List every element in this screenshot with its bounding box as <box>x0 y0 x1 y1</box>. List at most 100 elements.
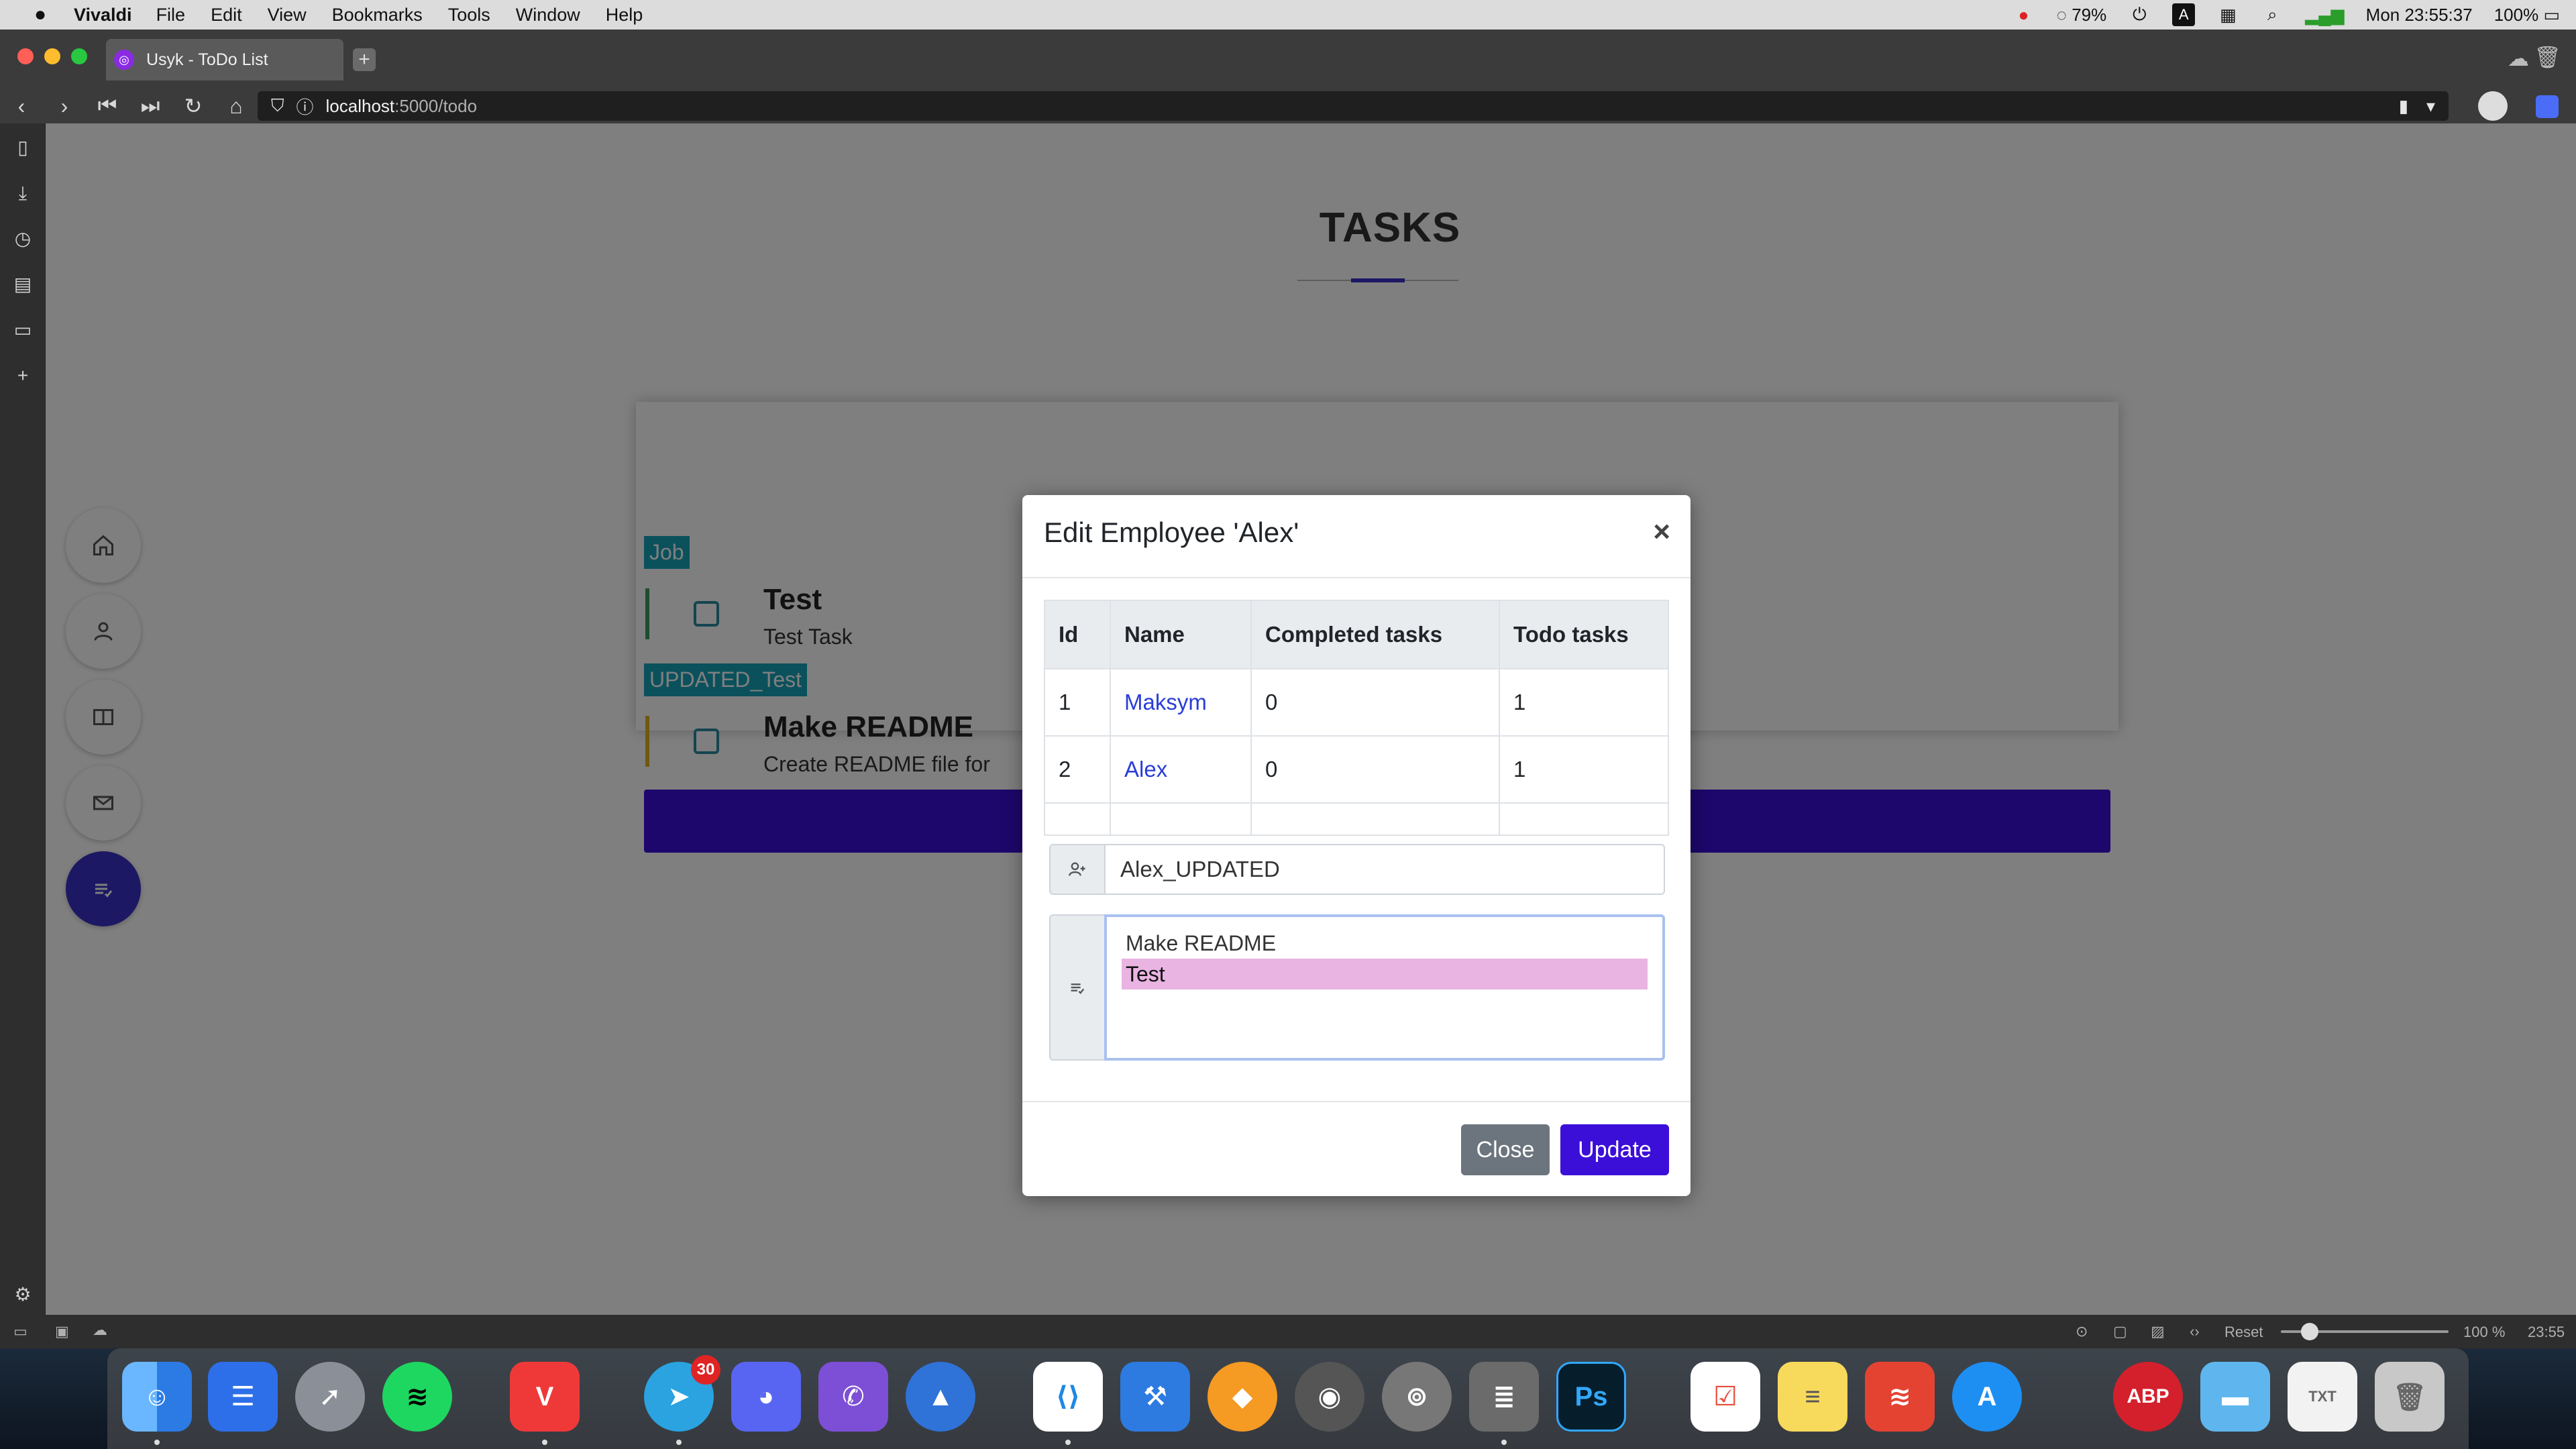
modal-header-divider <box>1022 577 1690 578</box>
menu-edit[interactable]: Edit <box>211 5 242 25</box>
sync-cloud-icon[interactable]: ☁ <box>93 1322 107 1339</box>
task-option-selected[interactable]: Test <box>1122 959 1648 989</box>
cpu-status[interactable]: ◌ 79% <box>2057 5 2107 25</box>
address-bar[interactable]: ⛉ ⓘ localhost:5000/todo ▮ ▾ <box>258 91 2449 121</box>
home-icon[interactable]: ⌂ <box>215 94 258 119</box>
todoist-icon[interactable]: ≋ <box>1865 1362 1935 1432</box>
downloads-panel-icon[interactable]: ⤓ <box>12 182 34 204</box>
text-file-icon[interactable]: TXT <box>2288 1362 2357 1432</box>
vivaldi-icon[interactable]: V <box>510 1362 580 1432</box>
bookmark-icon[interactable]: ▮ <box>2399 96 2408 117</box>
back-icon[interactable]: ‹ <box>0 94 43 119</box>
zoom-slider-thumb[interactable] <box>2301 1323 2318 1340</box>
battery-status[interactable]: 100% ▭ <box>2494 5 2560 25</box>
profile-avatar-icon[interactable] <box>2478 91 2508 121</box>
tiling-icon[interactable]: ▣ <box>55 1323 69 1340</box>
translate-icon[interactable] <box>2536 95 2559 118</box>
cell-completed: 0 <box>1250 735 1500 804</box>
history-panel-icon[interactable]: ◷ <box>12 228 34 250</box>
update-button[interactable]: Update <box>1560 1124 1669 1175</box>
settings-gear-icon[interactable]: ⚙ <box>12 1284 34 1305</box>
calendar-panel-icon[interactable]: ▭ <box>12 319 34 341</box>
new-tab-icon[interactable]: + <box>353 48 376 71</box>
table-row: 1 Maksym 0 1 <box>1044 668 1669 737</box>
folder-icon[interactable]: ▬ <box>2200 1362 2270 1432</box>
cloud-sync-icon[interactable]: ☁ <box>2508 46 2529 71</box>
tile-view-icon[interactable]: ▢ <box>2113 1323 2127 1340</box>
menu-help[interactable]: Help <box>606 5 643 25</box>
apple-menu-icon[interactable]: ● <box>25 3 55 26</box>
task-option[interactable]: Make README <box>1122 928 1648 959</box>
cell-empty <box>1499 802 1669 836</box>
menu-window[interactable]: Window <box>516 5 580 25</box>
finder-icon[interactable]: ☺ <box>122 1362 192 1432</box>
photoshop-icon[interactable]: Ps <box>1556 1362 1626 1432</box>
rocket-launcher-icon[interactable]: ➚ <box>295 1362 365 1432</box>
notification-icon[interactable]: ● <box>2012 3 2035 26</box>
forward-icon[interactable]: › <box>43 94 86 119</box>
trash-icon[interactable]: 🗑 <box>2534 44 2561 70</box>
reminders-icon[interactable]: ☑ <box>1690 1362 1760 1432</box>
adblock-icon[interactable]: ABP <box>2113 1362 2183 1432</box>
employee-name-group <box>1049 844 1665 895</box>
spotlight-search-icon[interactable]: ⌕ <box>2261 3 2284 26</box>
trash-bin-icon[interactable]: 🗑 <box>2375 1362 2445 1432</box>
power-icon[interactable]: ⏻ <box>2128 3 2151 26</box>
zoom-reset-label[interactable]: Reset <box>2224 1324 2263 1341</box>
app-store-icon[interactable]: A <box>1952 1362 2022 1432</box>
task-manager-icon[interactable]: ☰ <box>208 1362 278 1432</box>
menu-tools[interactable]: Tools <box>448 5 490 25</box>
panel-toggle-icon[interactable]: ▭ <box>13 1323 28 1340</box>
employee-name-input[interactable] <box>1104 844 1665 895</box>
window-maximize-button[interactable] <box>71 48 87 64</box>
fast-forward-icon[interactable]: ⏭ <box>129 93 172 119</box>
window-layout-icon[interactable]: ▦ <box>2216 3 2239 26</box>
chevron-down-icon[interactable]: ▾ <box>2426 96 2435 117</box>
spark-mail-icon[interactable]: ▲ <box>906 1362 975 1432</box>
rewind-icon[interactable]: ⏮ <box>86 93 129 119</box>
modal-close-icon[interactable]: × <box>1653 515 1670 549</box>
browser-tab-bar: ◎ Usyk - ToDo List + ☁ 🗑 <box>0 30 2576 89</box>
menu-app-name[interactable]: Vivaldi <box>74 5 132 25</box>
reload-icon[interactable]: ↻ <box>172 93 215 119</box>
column-header-name: Name <box>1110 600 1252 669</box>
image-toggle-icon[interactable]: ▨ <box>2151 1323 2165 1340</box>
info-icon[interactable]: ⓘ <box>297 94 314 119</box>
add-panel-icon[interactable]: + <box>12 365 34 386</box>
cell-empty <box>1044 802 1111 836</box>
notes-icon[interactable]: ≡ <box>1778 1362 1847 1432</box>
discord-icon[interactable]: ◕ <box>731 1362 801 1432</box>
browser-tab[interactable]: ◎ Usyk - ToDo List <box>106 39 343 80</box>
employee-name-link[interactable]: Alex <box>1124 757 1167 782</box>
menu-bookmarks[interactable]: Bookmarks <box>332 5 423 25</box>
notes-panel-icon[interactable]: ▤ <box>12 274 34 295</box>
tableplus-icon[interactable]: ◉ <box>1295 1362 1364 1432</box>
column-header-completed: Completed tasks <box>1250 600 1500 669</box>
viber-icon[interactable]: ✆ <box>818 1362 888 1432</box>
telegram-icon[interactable]: ➤ 30 <box>644 1355 720 1432</box>
xcode-icon[interactable]: ⚒ <box>1120 1362 1190 1432</box>
shield-icon[interactable]: ⛉ <box>271 95 284 117</box>
code-icon[interactable]: ‹› <box>2190 1323 2200 1340</box>
tasks-multi-select[interactable]: Make README Test <box>1104 914 1665 1061</box>
spotify-icon[interactable]: ≋ <box>382 1362 452 1432</box>
window-close-button[interactable] <box>17 48 34 64</box>
task-list-icon <box>1049 914 1106 1061</box>
disk-utility-icon[interactable]: ⊚ <box>1382 1362 1452 1432</box>
menu-clock[interactable]: Mon 23:55:37 <box>2366 5 2473 25</box>
zoom-level: 100 % <box>2463 1324 2506 1340</box>
add-user-icon <box>1049 844 1106 895</box>
menu-status-area: ● ◌ 79% ⏻ A ▦ ⌕ ▂▄▆ Mon 23:55:37 100% ▭ <box>2012 0 2560 30</box>
menu-file[interactable]: File <box>156 5 186 25</box>
keyboard-input-icon[interactable]: A <box>2172 3 2196 26</box>
vscode-icon[interactable]: ⟨⟩ <box>1033 1362 1103 1432</box>
capture-icon[interactable]: ⊙ <box>2076 1323 2088 1340</box>
close-button[interactable]: Close <box>1461 1124 1550 1175</box>
signal-icon[interactable]: ▂▄▆ <box>2305 3 2344 26</box>
window-minimize-button[interactable] <box>44 48 60 64</box>
database-icon[interactable]: ≣ <box>1469 1362 1539 1432</box>
proxyman-icon[interactable]: ◆ <box>1208 1362 1277 1432</box>
employee-name-link[interactable]: Maksym <box>1124 690 1207 714</box>
menu-view[interactable]: View <box>268 5 307 25</box>
bookmarks-panel-icon[interactable]: ▯ <box>12 137 34 158</box>
